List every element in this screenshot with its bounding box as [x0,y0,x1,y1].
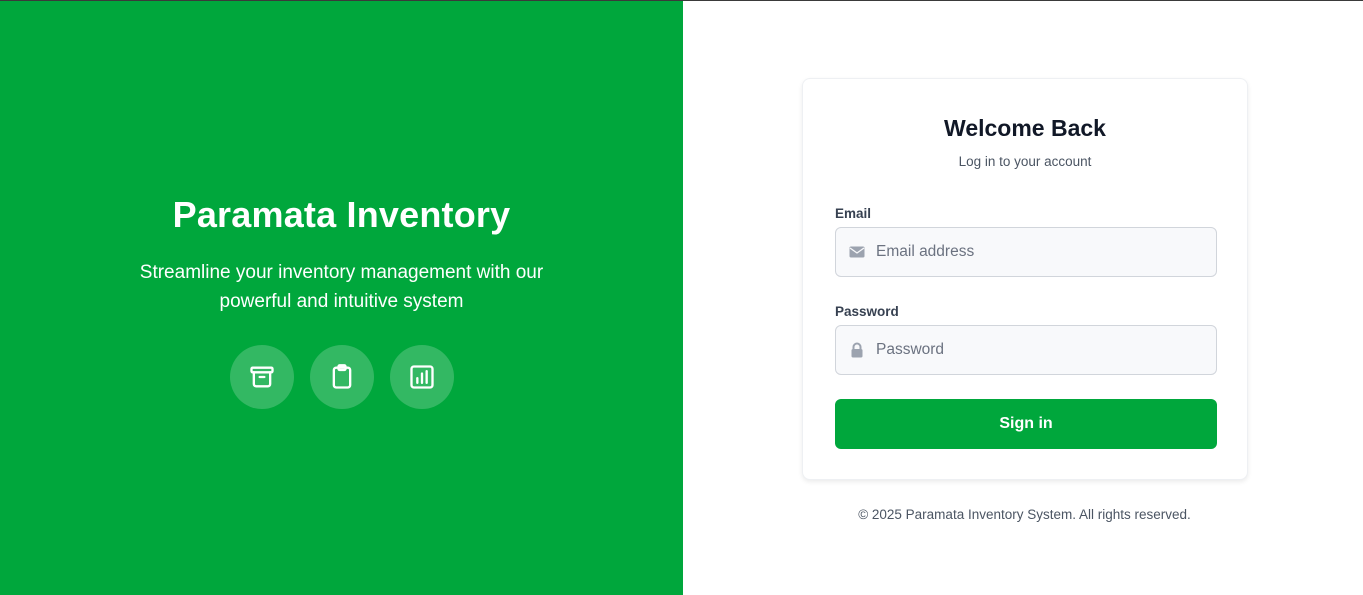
feature-icons [230,345,454,409]
footer-copyright: © 2025 Paramata Inventory System. All ri… [858,507,1191,522]
email-label: Email [835,206,872,221]
email-input[interactable] [876,228,1216,276]
email-input-wrapper[interactable] [835,227,1217,277]
login-page: Paramata Inventory Streamline your inven… [0,1,1363,595]
password-input-wrapper[interactable] [835,325,1217,375]
clipboard-icon [310,345,374,409]
brand-panel: Paramata Inventory Streamline your inven… [0,1,683,595]
chart-icon [390,345,454,409]
lock-icon [836,342,876,358]
brand-tagline: Streamline your inventory management wit… [139,262,544,312]
envelope-icon [836,244,876,260]
brand-title: Paramata Inventory [172,194,511,235]
password-label: Password [835,304,899,319]
archive-icon [230,345,294,409]
form-panel: Welcome Back Log in to your account Emai… [683,1,1363,595]
sign-in-button[interactable]: Sign in [835,399,1217,449]
login-title: Welcome Back [944,115,1106,141]
password-input[interactable] [876,326,1216,374]
login-card: Welcome Back Log in to your account Emai… [802,78,1248,480]
login-subtitle: Log in to your account [958,154,1092,169]
